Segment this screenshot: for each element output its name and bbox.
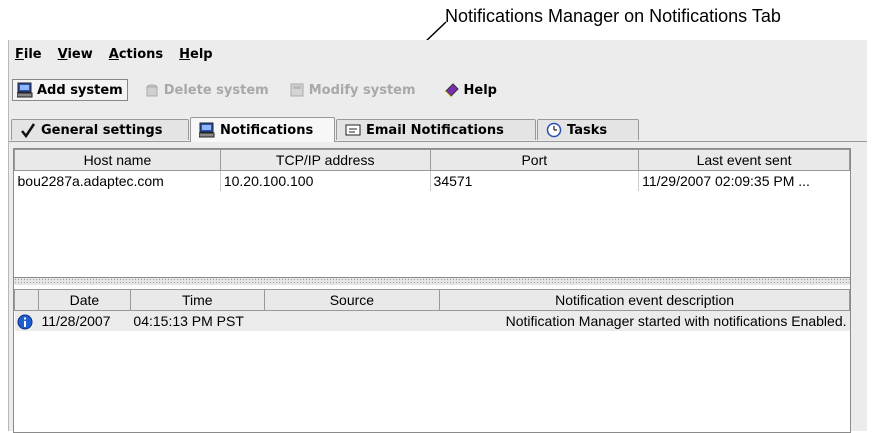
notifications-panel: Host name TCP/IP address Port Last event… [13,148,851,433]
tab-notifications[interactable]: Notifications [190,117,335,142]
systems-table-area: Host name TCP/IP address Port Last event… [14,149,850,278]
port-cell: 34571 [429,170,639,191]
tab-bar: General settings Notifications Email Not… [9,117,867,142]
tab-tasks[interactable]: Tasks [537,119,639,140]
table-row[interactable]: 11/28/2007 04:15:13 PM PST Notification … [14,310,850,331]
menu-bar: File View Actions Help [9,43,223,65]
checkmark-icon [21,123,36,138]
last-event-sent-cell: 11/29/2007 02:09:35 PM ... [638,170,850,191]
delete-icon [146,84,158,97]
column-header-source[interactable]: Source [263,289,441,311]
menu-actions[interactable]: Actions [109,47,163,62]
add-system-button[interactable]: Add system [12,79,128,101]
split-pane-divider[interactable] [14,278,850,285]
column-header-last-event-sent[interactable]: Last event sent [638,149,850,171]
host-name-cell: bou2287a.adaptec.com [17,173,164,189]
info-icon [17,314,32,330]
tcpip-address-cell: 10.20.100.100 [219,170,431,191]
menu-view[interactable]: View [58,47,93,62]
column-header-date[interactable]: Date [37,289,131,311]
delete-system-button[interactable]: Delete system [140,80,273,100]
menu-help[interactable]: Help [179,47,212,62]
date-cell: 11/28/2007 [38,310,131,331]
column-header-time[interactable]: Time [129,289,265,311]
help-book-icon [444,83,459,97]
column-header-icon[interactable] [14,289,39,311]
notifications-manager-window: File View Actions Help Add system Delete… [8,40,867,433]
tab-general-settings[interactable]: General settings [11,119,189,140]
modify-icon [290,83,304,97]
column-header-host-name[interactable]: Host name [14,149,221,171]
toolbar: Add system Delete system Modify system H… [9,77,513,103]
event-icon-cell [14,310,39,331]
column-header-description[interactable]: Notification event description [439,289,850,311]
computer-icon [199,122,215,138]
table-row[interactable]: bou2287a.adaptec.com 10.20.100.100 34571… [15,170,850,191]
time-cell: 04:15:13 PM PST [130,310,440,331]
events-table: Date Time Source Notification event desc… [14,289,850,331]
events-table-area: Date Time Source Notification event desc… [14,285,850,432]
column-header-tcpip-address[interactable]: TCP/IP address [219,149,431,171]
column-header-port[interactable]: Port [429,149,640,171]
clock-icon [546,122,562,138]
modify-system-button[interactable]: Modify system [285,80,420,100]
email-icon [345,124,361,136]
computer-icon [17,82,33,98]
help-button[interactable]: Help [440,80,501,100]
menu-file[interactable]: File [15,47,42,62]
tab-email-notifications[interactable]: Email Notifications [336,119,536,140]
description-cell: Notification Manager started with notifi… [439,310,850,331]
systems-table: Host name TCP/IP address Port Last event… [14,149,850,191]
